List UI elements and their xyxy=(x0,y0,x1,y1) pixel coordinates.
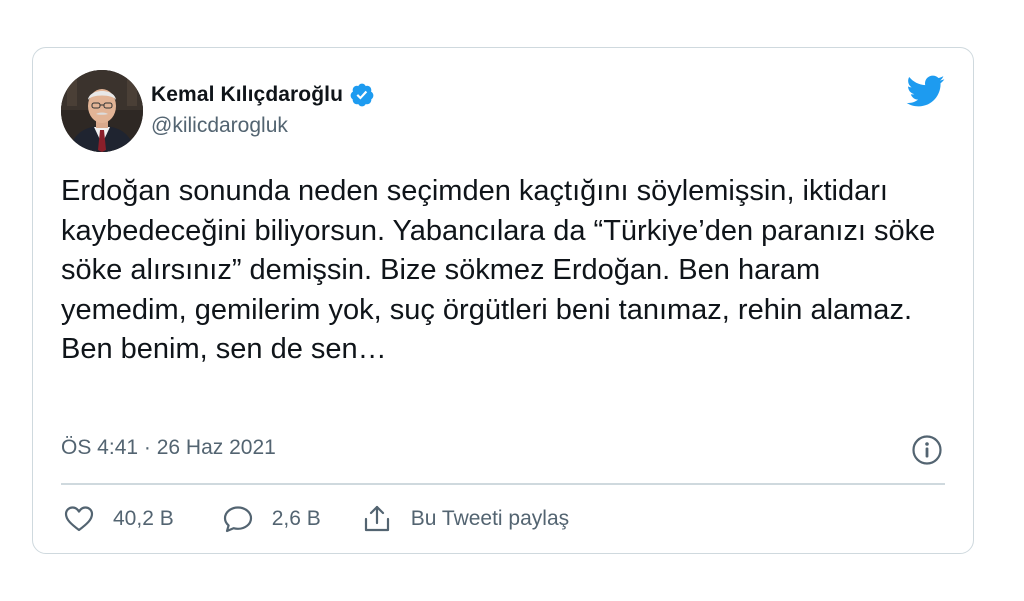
action-bar: 40,2 B 2,6 B Bu Tweeti paylaş xyxy=(63,502,569,536)
tweet-text: Erdoğan sonunda neden seçimden kaçtığını… xyxy=(61,175,936,365)
author-name[interactable]: Kemal Kılıçdaroğlu xyxy=(151,83,343,107)
avatar[interactable] xyxy=(61,70,143,152)
tweet-card[interactable]: Kemal Kılıçdaroğlu @kilicdarogluk Erdoğa… xyxy=(32,47,974,554)
speech-bubble-icon xyxy=(223,506,252,533)
tweet-timestamp[interactable]: ÖS 4:41 · 26 Haz 2021 xyxy=(61,436,276,460)
like-button[interactable]: 40,2 B xyxy=(63,503,174,535)
info-icon[interactable] xyxy=(911,434,943,466)
author-handle[interactable]: @kilicdarogluk xyxy=(151,114,288,138)
reply-count: 2,6 B xyxy=(271,507,321,530)
twitter-bird-icon[interactable] xyxy=(905,74,945,108)
share-icon xyxy=(364,505,389,532)
like-count: 40,2 B xyxy=(113,507,174,530)
divider xyxy=(61,483,945,485)
heart-icon xyxy=(64,506,94,532)
share-button[interactable]: Bu Tweeti paylaş xyxy=(361,503,569,535)
author-name-row: Kemal Kılıçdaroğlu xyxy=(151,80,375,110)
avatar-photo xyxy=(61,70,143,152)
verified-badge-icon xyxy=(349,82,375,108)
share-label: Bu Tweeti paylaş xyxy=(410,507,570,530)
reply-button[interactable]: 2,6 B xyxy=(222,503,321,535)
